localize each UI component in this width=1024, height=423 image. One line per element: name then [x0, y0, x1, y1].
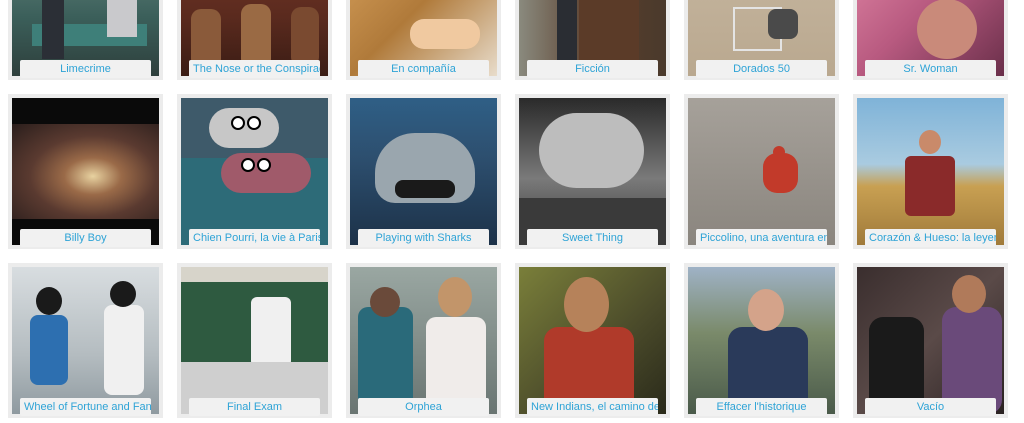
film-card[interactable]: Sr. Woman: [853, 0, 1008, 80]
film-card[interactable]: Sweet Thing: [515, 94, 670, 249]
film-title-link[interactable]: Chien Pourri, la vie à Paris: [189, 229, 320, 247]
film-card[interactable]: The Nose or the Conspiracy of Mavericks: [177, 0, 332, 80]
film-title-link[interactable]: Effacer l'historique: [696, 398, 827, 416]
film-title-link[interactable]: Playing with Sharks: [358, 229, 489, 247]
film-title-link[interactable]: New Indians, el camino del grupo: [527, 398, 658, 416]
film-card[interactable]: Corazón & Hueso: la leyenda de: [853, 94, 1008, 249]
film-title-link[interactable]: Sweet Thing: [527, 229, 658, 247]
film-poster[interactable]: [181, 267, 328, 414]
film-poster[interactable]: [350, 267, 497, 414]
film-title-link[interactable]: Limecrime: [20, 60, 151, 78]
film-card[interactable]: Vacío: [853, 263, 1008, 418]
film-poster[interactable]: [519, 267, 666, 414]
film-poster[interactable]: [688, 267, 835, 414]
film-card[interactable]: Final Exam: [177, 263, 332, 418]
film-poster[interactable]: [181, 98, 328, 245]
film-poster[interactable]: [350, 98, 497, 245]
film-title-link[interactable]: Dorados 50: [696, 60, 827, 78]
film-title-link[interactable]: Vacío: [865, 398, 996, 416]
film-poster[interactable]: [857, 267, 1004, 414]
film-title-link[interactable]: Wheel of Fortune and Fantasy: [20, 398, 151, 416]
film-card[interactable]: Orphea: [346, 263, 501, 418]
film-card[interactable]: Dorados 50: [684, 0, 839, 80]
film-title-link[interactable]: Corazón & Hueso: la leyenda de: [865, 229, 996, 247]
film-card[interactable]: Billy Boy: [8, 94, 163, 249]
film-card[interactable]: En compañía: [346, 0, 501, 80]
film-card[interactable]: Limecrime: [8, 0, 163, 80]
film-poster[interactable]: [12, 267, 159, 414]
film-title-link[interactable]: Final Exam: [189, 398, 320, 416]
film-card[interactable]: New Indians, el camino del grupo: [515, 263, 670, 418]
film-title-link[interactable]: Sr. Woman: [865, 60, 996, 78]
film-poster[interactable]: [519, 98, 666, 245]
film-card[interactable]: Chien Pourri, la vie à Paris: [177, 94, 332, 249]
film-card[interactable]: Playing with Sharks: [346, 94, 501, 249]
film-poster[interactable]: [12, 98, 159, 245]
film-title-link[interactable]: Piccolino, una aventura en la ciudad: [696, 229, 827, 247]
film-card[interactable]: Effacer l'historique: [684, 263, 839, 418]
film-title-link[interactable]: En compañía: [358, 60, 489, 78]
film-card[interactable]: Wheel of Fortune and Fantasy: [8, 263, 163, 418]
film-title-link[interactable]: Billy Boy: [20, 229, 151, 247]
film-grid: Limecrime The Nose or the Conspiracy of …: [0, 0, 1024, 423]
film-card[interactable]: Ficción: [515, 0, 670, 80]
film-card[interactable]: Piccolino, una aventura en la ciudad: [684, 94, 839, 249]
film-title-link[interactable]: Orphea: [358, 398, 489, 416]
film-title-link[interactable]: The Nose or the Conspiracy of Mavericks: [189, 60, 320, 78]
film-poster[interactable]: [688, 98, 835, 245]
film-title-link[interactable]: Ficción: [527, 60, 658, 78]
film-poster[interactable]: [857, 98, 1004, 245]
